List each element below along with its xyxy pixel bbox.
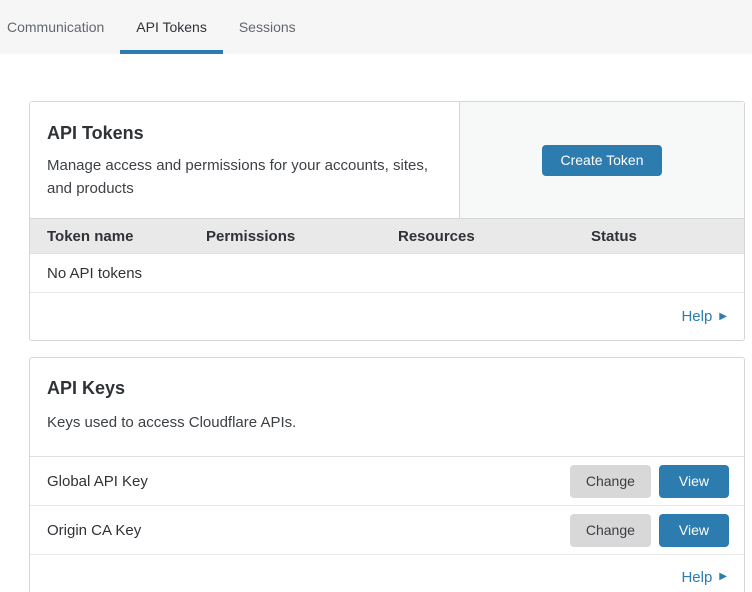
api-key-row-origin-ca: Origin CA Key Change View (30, 506, 744, 555)
tokens-table-header: Token name Permissions Resources Status (30, 219, 744, 254)
column-header-status: Status (591, 228, 744, 245)
api-tokens-card-header-text: API Tokens Manage access and permissions… (30, 102, 460, 218)
change-origin-ca-key-button[interactable]: Change (570, 514, 651, 547)
keys-help-link[interactable]: Help ▶ (681, 569, 727, 586)
keys-card-footer: Help ▶ (30, 555, 744, 592)
api-keys-title: API Keys (47, 377, 727, 399)
keys-help-label: Help (681, 569, 712, 586)
tab-communication[interactable]: Communication (7, 0, 120, 54)
api-key-actions: Change View (570, 514, 729, 547)
api-tokens-card: API Tokens Manage access and permissions… (29, 101, 745, 341)
tokens-empty-message: No API tokens (47, 265, 142, 282)
create-token-button[interactable]: Create Token (542, 145, 661, 176)
api-keys-card-header: API Keys Keys used to access Cloudflare … (30, 358, 744, 457)
api-key-row-global: Global API Key Change View (30, 457, 744, 506)
column-header-resources: Resources (398, 228, 591, 245)
column-header-permissions: Permissions (206, 228, 398, 245)
change-global-api-key-button[interactable]: Change (570, 465, 651, 498)
api-keys-card: API Keys Keys used to access Cloudflare … (29, 357, 745, 592)
column-header-token-name: Token name (47, 228, 206, 245)
tab-bar: Communication API Tokens Sessions (0, 0, 752, 54)
help-arrow-icon: ▶ (719, 572, 727, 582)
tokens-help-link[interactable]: Help ▶ (681, 308, 727, 325)
api-tokens-action-panel: Create Token (460, 102, 744, 218)
api-key-actions: Change View (570, 465, 729, 498)
api-tokens-card-header: API Tokens Manage access and permissions… (30, 102, 744, 219)
tokens-card-footer: Help ▶ (30, 293, 744, 340)
api-tokens-description: Manage access and permissions for your a… (47, 154, 442, 200)
help-arrow-icon: ▶ (719, 312, 727, 322)
tab-sessions[interactable]: Sessions (223, 0, 312, 54)
api-tokens-title: API Tokens (47, 122, 442, 144)
tokens-help-label: Help (681, 308, 712, 325)
main-content: API Tokens Manage access and permissions… (29, 101, 745, 592)
api-key-name: Origin CA Key (47, 522, 570, 539)
tab-api-tokens[interactable]: API Tokens (120, 0, 223, 54)
tokens-empty-row: No API tokens (30, 254, 744, 293)
api-keys-description: Keys used to access Cloudflare APIs. (47, 411, 447, 434)
api-key-name: Global API Key (47, 473, 570, 490)
view-origin-ca-key-button[interactable]: View (659, 514, 729, 547)
view-global-api-key-button[interactable]: View (659, 465, 729, 498)
